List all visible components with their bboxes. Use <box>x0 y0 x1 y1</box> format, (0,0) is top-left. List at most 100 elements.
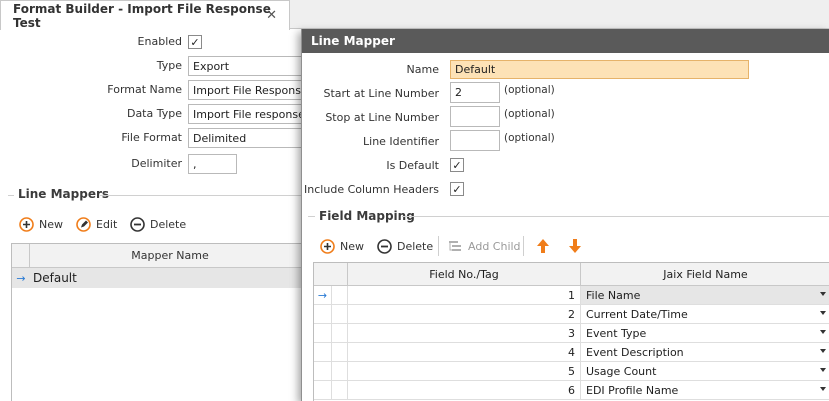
start-line-field[interactable]: 2 <box>450 82 500 103</box>
row-indicator-arrow-icon: → <box>314 286 332 304</box>
field-delete-label: Delete <box>397 240 434 253</box>
is-default-label: Is Default <box>386 159 439 172</box>
group-divider <box>100 195 305 196</box>
table-row[interactable]: 2 Current Date/Time <box>314 305 829 324</box>
table-row[interactable]: 4 Event Description <box>314 343 829 362</box>
jaix-field-value: Usage Count <box>586 364 657 378</box>
stop-line-field[interactable] <box>450 106 500 127</box>
grid-header: Mapper Name <box>12 244 310 268</box>
minus-circle-icon <box>130 217 145 232</box>
include-headers-label: Include Column Headers <box>304 183 439 196</box>
jaix-field-dropdown[interactable]: Current Date/Time <box>581 305 829 323</box>
group-divider <box>402 216 829 217</box>
field-new-button[interactable]: New <box>320 239 364 254</box>
mapper-new-label: New <box>39 218 63 231</box>
dropdown-arrow-icon[interactable] <box>820 330 826 334</box>
row-indent <box>332 324 348 342</box>
row-indent <box>332 362 348 380</box>
type-field[interactable]: Export <box>188 56 308 76</box>
stop-line-label: Stop at Line Number <box>325 111 439 124</box>
toolbar-separator <box>438 236 439 256</box>
mapper-name-cell[interactable]: Default <box>30 268 310 288</box>
row-indicator-header <box>12 244 30 267</box>
dropdown-arrow-icon[interactable] <box>820 349 826 353</box>
stop-line-hint: (optional) <box>504 108 555 120</box>
field-no-cell[interactable]: 3 <box>348 324 581 342</box>
field-no-cell[interactable]: 5 <box>348 362 581 380</box>
jaix-field-dropdown[interactable]: EDI Profile Name <box>581 381 829 399</box>
jaix-field-dropdown[interactable]: File Name <box>581 286 829 304</box>
row-indicator-arrow-icon: → <box>16 271 26 285</box>
jaix-field-column-header[interactable]: Jaix Field Name <box>581 263 829 285</box>
jaix-field-value: EDI Profile Name <box>586 383 679 397</box>
dropdown-arrow-icon[interactable] <box>820 387 826 391</box>
field-mapping-grid: Field No./Tag Jaix Field Name → 1 File N… <box>313 262 829 401</box>
row-indent <box>332 381 348 399</box>
mapper-new-button[interactable]: New <box>19 217 63 232</box>
row-indicator <box>314 324 332 342</box>
line-mappers-grid: Mapper Name → Default <box>11 243 311 401</box>
dropdown-arrow-icon[interactable] <box>820 368 826 372</box>
grid-header: Field No./Tag Jaix Field Name <box>314 263 829 286</box>
arrow-down-icon <box>567 238 582 253</box>
field-delete-button[interactable]: Delete <box>377 239 433 254</box>
start-line-label: Start at Line Number <box>323 87 439 100</box>
table-row[interactable]: 6 EDI Profile Name <box>314 381 829 400</box>
jaix-field-dropdown[interactable]: Event Description <box>581 343 829 361</box>
data-type-field[interactable]: Import File response <box>188 104 308 124</box>
group-divider <box>308 216 315 217</box>
table-row[interactable]: 5 Usage Count <box>314 362 829 381</box>
dropdown-arrow-icon[interactable] <box>820 292 826 296</box>
table-row[interactable]: → Default <box>12 268 310 288</box>
jaix-field-value: File Name <box>586 288 641 302</box>
name-field[interactable]: Default <box>450 60 749 79</box>
table-row[interactable]: 3 Event Type <box>314 324 829 343</box>
line-mapper-dialog: Line Mapper Name Default Start at Line N… <box>301 29 829 401</box>
is-default-checkbox[interactable]: ✓ <box>450 158 464 172</box>
add-child-button[interactable]: Add Child <box>448 239 521 254</box>
mapper-delete-label: Delete <box>150 218 187 231</box>
file-format-field[interactable]: Delimited <box>188 128 308 148</box>
line-identifier-field[interactable] <box>450 130 500 151</box>
start-line-hint: (optional) <box>504 84 555 96</box>
jaix-field-value: Current Date/Time <box>586 307 688 321</box>
jaix-field-dropdown[interactable]: Usage Count <box>581 362 829 380</box>
field-no-column-header[interactable]: Field No./Tag <box>348 263 581 285</box>
close-icon[interactable]: ✕ <box>266 8 277 23</box>
plus-circle-icon <box>19 217 34 232</box>
group-divider <box>8 195 14 196</box>
mapper-edit-button[interactable]: Edit <box>76 217 117 232</box>
field-no-cell[interactable]: 6 <box>348 381 581 399</box>
type-label: Type <box>156 59 182 72</box>
table-row[interactable]: → 1 File Name <box>314 286 829 305</box>
arrow-up-icon <box>535 238 550 253</box>
move-up-button[interactable] <box>535 238 550 253</box>
minus-circle-icon <box>377 239 392 254</box>
move-down-button[interactable] <box>567 238 582 253</box>
line-mappers-title: Line Mappers <box>18 187 110 201</box>
mapper-name-column-header[interactable]: Mapper Name <box>30 244 310 267</box>
enabled-checkbox[interactable]: ✓ <box>188 35 202 49</box>
add-child-label: Add Child <box>468 240 521 253</box>
jaix-field-dropdown[interactable]: Event Type <box>581 324 829 342</box>
line-identifier-hint: (optional) <box>504 132 555 144</box>
plus-circle-icon <box>320 239 335 254</box>
format-name-field[interactable]: Import File Response <box>188 80 308 100</box>
include-headers-checkbox[interactable]: ✓ <box>450 182 464 196</box>
field-no-cell[interactable]: 1 <box>348 286 581 304</box>
jaix-field-value: Event Type <box>586 326 647 340</box>
data-type-label: Data Type <box>126 107 182 120</box>
file-format-label: File Format <box>121 131 182 144</box>
delimiter-field[interactable]: , <box>188 154 237 174</box>
mapper-edit-label: Edit <box>96 218 118 231</box>
format-name-label: Format Name <box>107 83 182 96</box>
delimiter-label: Delimiter <box>131 157 182 170</box>
row-indicator <box>314 381 332 399</box>
tab-format-builder[interactable]: Format Builder - Import File Response Te… <box>0 0 290 30</box>
field-new-label: New <box>340 240 364 253</box>
mapper-delete-button[interactable]: Delete <box>130 217 186 232</box>
field-no-cell[interactable]: 4 <box>348 343 581 361</box>
add-child-icon <box>448 239 463 254</box>
field-no-cell[interactable]: 2 <box>348 305 581 323</box>
dropdown-arrow-icon[interactable] <box>820 311 826 315</box>
